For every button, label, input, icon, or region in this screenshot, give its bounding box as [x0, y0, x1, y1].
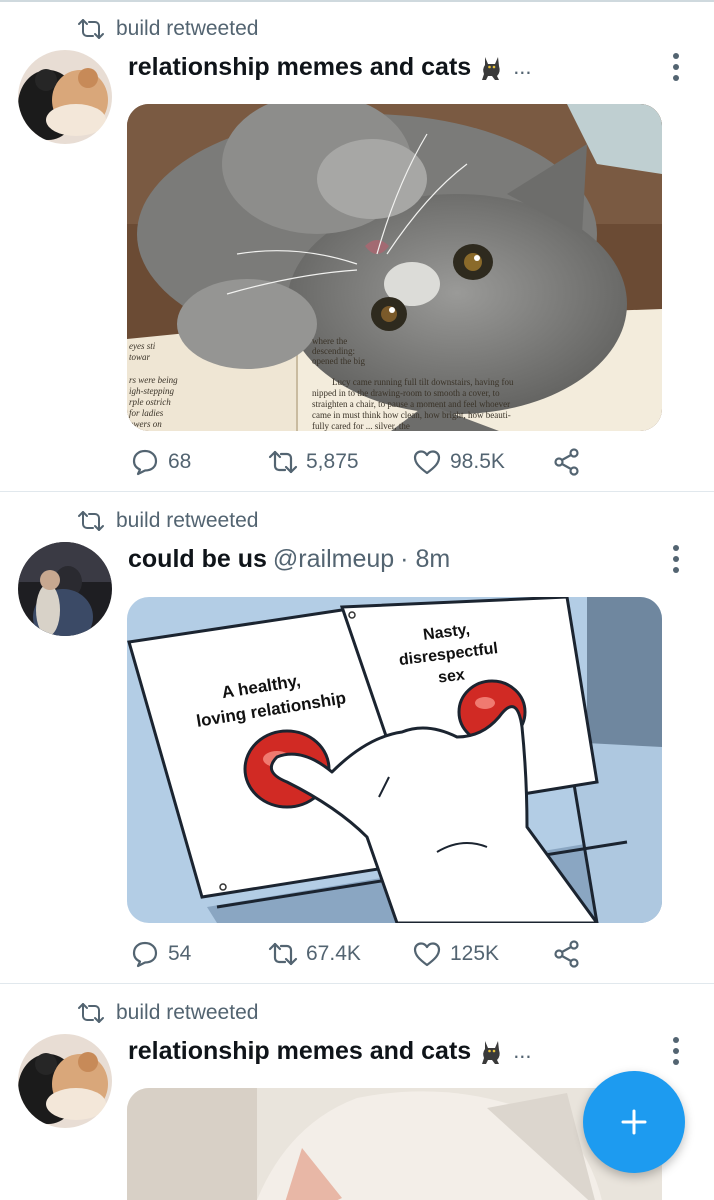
like-button[interactable]: 125K — [412, 937, 499, 971]
retweet-text: build retweeted — [116, 17, 259, 40]
retweet-count: 67.4K — [306, 942, 361, 965]
name-ellipsis: ... — [513, 1038, 532, 1063]
retweet-icon — [78, 511, 104, 531]
reply-button[interactable]: 68 — [130, 445, 191, 479]
share-button[interactable] — [552, 937, 582, 971]
book-text-line: rple ostrich — [129, 397, 171, 407]
tweet-image[interactable]: eyes sti towar rs were being igh-steppin… — [127, 104, 662, 431]
book-text-line: eyes sti — [129, 341, 156, 351]
heart-icon — [413, 942, 441, 967]
retweet-button[interactable]: 67.4K — [268, 937, 361, 971]
timeline-feed: build retweeted relationship memes and c… — [0, 0, 714, 1200]
retweet-context: build retweeted — [76, 506, 258, 536]
share-button[interactable] — [552, 445, 582, 479]
book-text-line: fully cared for ... silver, the — [312, 421, 410, 431]
cat-on-book-image: eyes sti towar rs were being igh-steppin… — [127, 104, 662, 431]
reply-button[interactable]: 54 — [130, 937, 191, 971]
avatar-cats-image — [18, 1034, 112, 1128]
more-vertical-icon[interactable] — [664, 541, 688, 577]
tweet-card[interactable]: build retweeted could be us @railmeup · … — [0, 492, 714, 984]
name-ellipsis: ... — [513, 54, 532, 79]
reply-count: 54 — [168, 942, 192, 965]
reply-count: 68 — [168, 450, 192, 473]
more-vertical-icon[interactable] — [664, 1033, 688, 1069]
retweet-text: build retweeted — [116, 1001, 259, 1024]
retweet-context: build retweeted — [76, 14, 258, 44]
avatar[interactable] — [18, 542, 112, 636]
share-icon — [554, 448, 579, 476]
book-text-line: Lucy came running full tilt downstairs, … — [332, 377, 514, 387]
compose-tweet-button[interactable] — [583, 1071, 685, 1173]
avatar[interactable] — [18, 1034, 112, 1128]
retweet-icon — [268, 942, 298, 966]
plus-icon — [621, 1109, 647, 1135]
author-name[interactable]: could be us — [128, 545, 267, 574]
tweet-time: · 8m — [400, 544, 451, 573]
like-count: 125K — [450, 942, 500, 965]
tweet-header: could be us @railmeup · 8m — [128, 541, 450, 577]
cat-photo-image — [127, 1088, 662, 1200]
heart-icon — [413, 450, 441, 475]
avatar[interactable] — [18, 50, 112, 144]
avatar-cats-image — [18, 50, 112, 144]
like-button[interactable]: 98.5K — [412, 445, 505, 479]
retweet-button[interactable]: 5,875 — [268, 445, 359, 479]
book-text-line: came in must think how clean, how bright… — [312, 410, 511, 420]
two-buttons-meme-image: A healthy, loving relationship Nasty, di… — [127, 597, 662, 923]
author-name[interactable]: relationship memes and cats — [128, 1037, 471, 1066]
tweet-image[interactable] — [127, 1088, 662, 1200]
author-handle[interactable]: @railmeup — [273, 545, 394, 574]
book-text-line: towar — [129, 352, 151, 362]
book-text-line: for ladies — [129, 408, 164, 418]
reply-icon — [132, 449, 158, 476]
black-cat-icon — [482, 57, 500, 80]
retweet-icon — [268, 450, 298, 474]
reply-icon — [132, 941, 158, 968]
book-text-line: straighten a chair, to pause a moment an… — [312, 399, 510, 409]
black-cat-icon — [482, 1041, 500, 1064]
more-vertical-icon[interactable] — [664, 49, 688, 85]
tweet-actions: 54 67.4K 125K — [130, 937, 590, 971]
book-text-line: owers on — [129, 419, 162, 429]
retweet-text: build retweeted — [116, 509, 259, 532]
tweet-header: relationship memes and cats ... — [128, 49, 532, 85]
retweet-context: build retweeted — [76, 998, 258, 1028]
book-text-line: opened the big — [312, 356, 365, 366]
retweet-count: 5,875 — [306, 450, 359, 473]
book-text-line: igh-stepping — [129, 386, 174, 396]
share-icon — [554, 940, 579, 968]
book-text-line: descending: — [312, 346, 355, 356]
tweet-card[interactable]: build retweeted relationship memes and c… — [0, 0, 714, 492]
retweet-icon — [78, 1003, 104, 1023]
book-text-line: where the — [312, 336, 347, 346]
book-text-line: rs were being — [129, 375, 178, 385]
meme-right-text: sex — [437, 666, 466, 686]
tweet-header: relationship memes and cats ... — [128, 1033, 532, 1069]
retweet-icon — [78, 19, 104, 39]
book-text-line: nipped in to the drawing-room to smooth … — [312, 388, 500, 398]
tweet-actions: 68 5,875 98.5K — [130, 445, 590, 479]
author-name[interactable]: relationship memes and cats — [128, 53, 471, 82]
like-count: 98.5K — [450, 450, 505, 473]
avatar-couple-image — [18, 542, 112, 636]
tweet-image[interactable]: A healthy, loving relationship Nasty, di… — [127, 597, 662, 923]
